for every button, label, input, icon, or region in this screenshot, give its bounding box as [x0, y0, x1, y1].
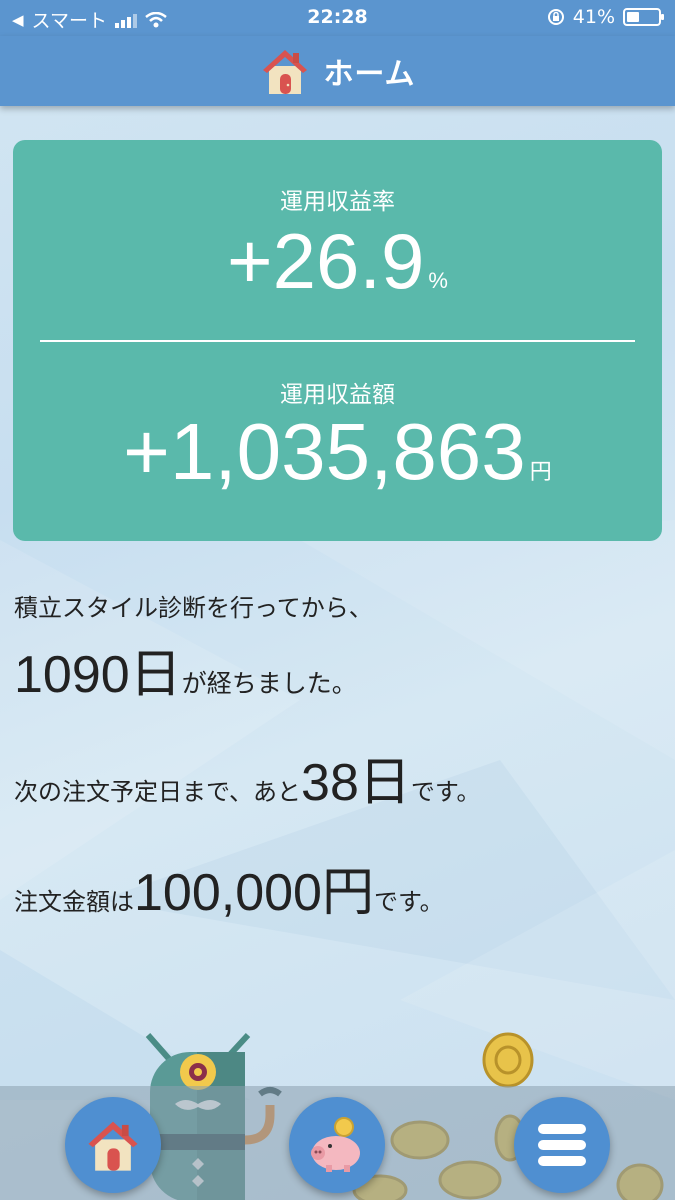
- order-amount-prefix: 注文金額は: [14, 888, 134, 916]
- return-rate-unit: %: [428, 268, 448, 293]
- battery-percent: 41%: [572, 6, 615, 28]
- house-icon: [88, 1121, 138, 1171]
- order-amount-suffix: です。: [373, 888, 444, 916]
- piggy-bank-icon: [311, 1117, 360, 1172]
- order-amount-value: 100,000円: [134, 864, 374, 922]
- savings-button[interactable]: [289, 1097, 385, 1193]
- return-amount-label: 運用収益額: [280, 382, 395, 408]
- battery-icon: [623, 8, 664, 26]
- days-elapsed-line: 1090日が経ちました。: [14, 632, 357, 707]
- next-order-days: 38日: [301, 754, 411, 812]
- status-right: 41%: [547, 6, 664, 28]
- status-bar: ◀ スマート 22:28 41%: [0, 0, 675, 36]
- days-elapsed-suffix: が経ちました。: [181, 669, 357, 698]
- return-rate-value: +26.9%: [13, 216, 662, 307]
- next-order-line: 次の注文予定日まで、あと38日です。: [14, 740, 481, 815]
- return-rate-label: 運用収益率: [280, 189, 395, 215]
- menu-icon: [538, 1124, 586, 1166]
- page-title: ホーム: [323, 57, 416, 92]
- card-divider: [40, 340, 635, 342]
- header-bar: ホーム: [0, 36, 675, 106]
- return-rate-number: +26.9: [227, 217, 425, 305]
- diagnosis-intro-text: 積立スタイル診断を行ってから、: [14, 594, 373, 622]
- days-elapsed-value: 1090日: [14, 646, 182, 704]
- order-amount-line: 注文金額は100,000円です。: [14, 850, 444, 925]
- house-icon: [263, 50, 308, 94]
- menu-button[interactable]: [514, 1097, 610, 1193]
- return-amount-unit: 円: [529, 459, 552, 484]
- return-amount-value: +1,035,863 円: [13, 406, 662, 498]
- next-order-prefix: 次の注文予定日まで、あと: [14, 778, 302, 806]
- home-button[interactable]: [65, 1097, 161, 1193]
- next-order-suffix: です。: [410, 778, 481, 806]
- profit-card: 運用収益率 +26.9% 運用収益額 +1,035,863 円: [13, 140, 662, 541]
- rotation-lock-icon: [547, 9, 564, 25]
- battery-level: [627, 12, 640, 22]
- return-amount-number: +1,035,863: [123, 407, 526, 496]
